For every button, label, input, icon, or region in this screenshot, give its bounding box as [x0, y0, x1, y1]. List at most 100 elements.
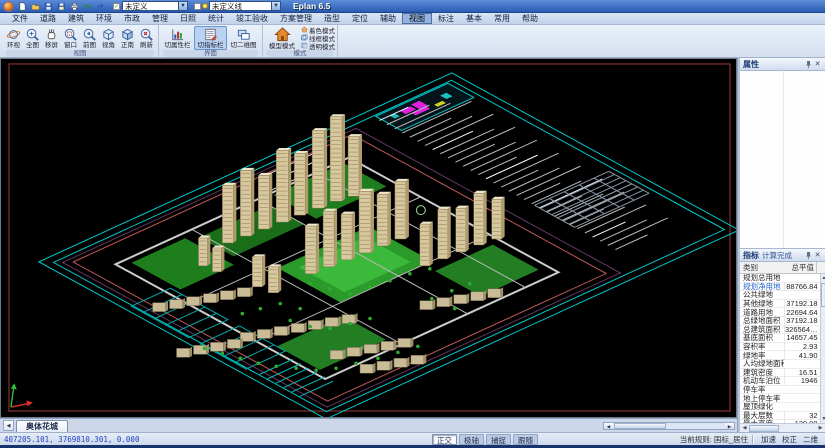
- redo-icon[interactable]: [95, 1, 106, 12]
- menu-item-basic[interactable]: 基本: [460, 13, 488, 24]
- close-icon[interactable]: ✕: [813, 251, 822, 260]
- menu-item-acceptance[interactable]: 竣工验收: [230, 13, 274, 24]
- horizontal-scrollbar[interactable]: ◀ ▶: [740, 423, 825, 432]
- menu-item-help[interactable]: 帮助: [516, 13, 544, 24]
- app-logo-icon: [3, 1, 14, 12]
- quick-access-toolbar: [17, 1, 106, 12]
- pin-icon[interactable]: [804, 60, 813, 69]
- menu-item-municipal[interactable]: 市政: [118, 13, 146, 24]
- status-bar: 407205.101, 3769810.301, 0.000 正交 极轴 捕捉 …: [0, 432, 825, 445]
- menu-item-road[interactable]: 道路: [34, 13, 62, 24]
- toggle-properties-panel-button[interactable]: 切属性栏: [161, 26, 194, 50]
- indicators-table: 规划总用地 规划净用地88766.84 公共绿地 其他绿地37192.18 道路…: [740, 274, 820, 423]
- ribbon-group-mode: 模型模式 着色模式 线框模式 透明模式 模式: [263, 25, 338, 57]
- close-icon[interactable]: ✕: [813, 60, 822, 69]
- tab-horizontal-scrollbar[interactable]: ◀ ▶: [603, 422, 735, 430]
- accelerate-button[interactable]: 加速: [758, 434, 779, 445]
- mode-stack: 着色模式 线框模式 透明模式: [301, 26, 335, 50]
- model-mode-button[interactable]: 模型模式: [265, 25, 299, 51]
- undo-icon[interactable]: [82, 1, 93, 12]
- properties-panel-body: [740, 71, 825, 248]
- ribbon-group-view: 环视 全图 移屏 窗口 前图 视角 正南: [2, 25, 159, 57]
- house-icon: [274, 26, 291, 43]
- menu-item-statistics[interactable]: 统计: [202, 13, 230, 24]
- pan-hand-icon: [44, 27, 59, 42]
- south-view-button[interactable]: 正南: [118, 26, 137, 50]
- new-icon[interactable]: [17, 1, 28, 12]
- toggle-2d-view-icon: [236, 27, 251, 42]
- panel-title: 属性: [743, 59, 759, 70]
- menu-item-view[interactable]: 视图: [402, 13, 432, 24]
- layer-bulb-icon[interactable]: [202, 3, 208, 9]
- print-icon[interactable]: [69, 1, 80, 12]
- menu-item-positioning[interactable]: 定位: [346, 13, 374, 24]
- indicators-panel: 指标 计算完成 ✕ 类别 总平值 规划总用地 规划净用地88766.84 公共绿…: [740, 248, 825, 432]
- chevron-down-icon[interactable]: ▼: [178, 2, 187, 10]
- view-angle-button[interactable]: 视角: [99, 26, 118, 50]
- orbit-view-icon: [6, 27, 21, 42]
- save-icon[interactable]: [43, 1, 54, 12]
- polar-toggle[interactable]: 极轴: [459, 434, 484, 445]
- zoom-extents-button[interactable]: 全图: [23, 26, 42, 50]
- refresh-button[interactable]: 刷新: [137, 26, 156, 50]
- style-combo[interactable]: 未定义 ▼: [122, 1, 188, 11]
- toggle-indicators-panel-icon: [203, 27, 218, 42]
- calibrate-button[interactable]: 校正: [779, 434, 800, 445]
- snap-toggle[interactable]: 捕捉: [486, 434, 511, 445]
- pan-button[interactable]: 移屏: [42, 26, 61, 50]
- scroll-thumb[interactable]: [614, 423, 666, 429]
- properties-panel-header: 属性 ✕: [740, 58, 825, 71]
- menu-item-modeling[interactable]: 造型: [318, 13, 346, 24]
- transparent-mode-icon: [301, 42, 308, 49]
- toggle-2d-view-button[interactable]: 切二维图: [227, 26, 260, 50]
- menu-item-common[interactable]: 常用: [488, 13, 516, 24]
- style-checkbox[interactable]: ✓: [113, 3, 120, 10]
- layer-combo[interactable]: 未定义线 ▼: [209, 1, 281, 11]
- scroll-up-icon[interactable]: ▲: [822, 274, 825, 282]
- drawing-viewport[interactable]: [0, 58, 737, 418]
- toggle-properties-panel-icon: [170, 27, 185, 42]
- menu-item-annotation[interactable]: 标注: [432, 13, 460, 24]
- previous-view-button[interactable]: 前图: [80, 26, 99, 50]
- chevron-down-icon[interactable]: ▼: [271, 2, 280, 10]
- vertical-scrollbar[interactable]: ▲ ▼: [820, 274, 825, 423]
- scroll-left-icon[interactable]: ◀: [740, 425, 749, 431]
- menu-item-assist[interactable]: 辅助: [374, 13, 402, 24]
- south-view-icon: [120, 27, 135, 42]
- zoom-previous-icon: [82, 27, 97, 42]
- orbit-view-button[interactable]: 环视: [4, 26, 23, 50]
- menu-item-file[interactable]: 文件: [6, 13, 34, 24]
- properties-panel: 属性 ✕: [740, 58, 825, 248]
- scroll-thumb[interactable]: [821, 283, 825, 307]
- 2d-button[interactable]: 二维: [800, 434, 821, 445]
- ribbon-group-interface: 切属性栏 切指标栏 切二维图 界面: [159, 25, 263, 57]
- wireframe-mode-icon: [301, 34, 308, 41]
- follow-toggle[interactable]: 跟随: [513, 434, 538, 445]
- tab-scroll-left-icon[interactable]: ◀: [3, 420, 14, 431]
- scroll-right-icon[interactable]: ▶: [725, 423, 734, 429]
- menu-item-scheme[interactable]: 方案管理: [274, 13, 318, 24]
- scroll-right-icon[interactable]: ▶: [816, 425, 825, 431]
- layer-color-swatch[interactable]: [194, 3, 201, 10]
- menu-item-manage[interactable]: 管理: [146, 13, 174, 24]
- toggle-indicators-panel-button[interactable]: 切指标栏: [194, 26, 227, 50]
- window-title: Eplan 6.5: [293, 1, 330, 11]
- menu-item-building[interactable]: 建筑: [62, 13, 90, 24]
- pin-icon[interactable]: [804, 251, 813, 260]
- rule-value[interactable]: 国标_居住: [714, 434, 748, 445]
- open-icon[interactable]: [30, 1, 41, 12]
- coordinates-display: 407205.101, 3769810.301, 0.000: [4, 435, 139, 444]
- menu-item-environment[interactable]: 环境: [90, 13, 118, 24]
- calc-status: 计算完成: [762, 250, 792, 261]
- drawing-tab[interactable]: 奥体花城: [16, 420, 68, 432]
- transparent-mode-item[interactable]: 透明模式: [301, 42, 335, 50]
- scroll-down-icon[interactable]: ▼: [822, 415, 825, 423]
- scroll-left-icon[interactable]: ◀: [604, 423, 613, 429]
- zoom-window-button[interactable]: 窗口: [61, 26, 80, 50]
- menu-item-sunlight[interactable]: 日照: [174, 13, 202, 24]
- title-bar: ✓ 未定义 ▼ 未定义线 ▼ Eplan 6.5: [0, 0, 825, 13]
- save-as-icon[interactable]: [56, 1, 67, 12]
- drafting-toggles: 正交 极轴 捕捉 跟随: [432, 434, 538, 445]
- scroll-thumb[interactable]: [749, 425, 779, 432]
- ortho-toggle[interactable]: 正交: [432, 434, 457, 445]
